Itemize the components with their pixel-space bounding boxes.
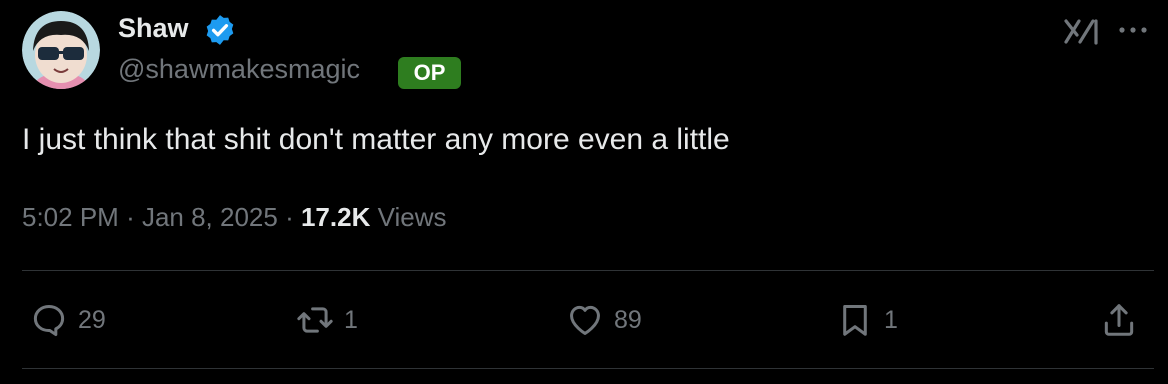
grok-icon[interactable] [1063,16,1101,46]
repost-count: 1 [344,305,358,334]
avatar-image [22,11,100,89]
like-count: 89 [614,305,642,334]
views-label: Views [377,202,447,232]
op-badge: OP [398,57,461,89]
divider [22,368,1154,369]
reply-count: 29 [78,305,106,334]
bookmark-count: 1 [884,305,898,334]
bookmark-button[interactable]: 1 [836,300,898,340]
bookmark-icon [843,305,867,336]
author-name[interactable]: Shaw [118,13,189,44]
reply-button[interactable]: 29 [30,300,106,340]
meta-separator: · [285,202,301,232]
divider [22,270,1154,271]
repost-icon [297,307,333,333]
reply-icon [33,305,65,337]
like-button[interactable]: 89 [566,300,642,340]
share-icon [1104,304,1134,336]
repost-button[interactable]: 1 [296,300,358,340]
heart-icon [570,305,600,335]
tweet-meta: 5:02 PM · Jan 8, 2025 · 17.2K Views [22,202,446,233]
author-handle[interactable]: @shawmakesmagic [118,54,360,85]
tweet-time[interactable]: 5:02 PM [22,202,119,232]
more-icon[interactable] [1117,24,1149,36]
avatar[interactable] [22,11,100,89]
meta-separator: · [126,202,142,232]
views-count: 17.2K [300,202,371,232]
share-button[interactable] [1100,300,1148,340]
tweet-date[interactable]: Jan 8, 2025 [142,202,278,232]
tweet-text: I just think that shit don't matter any … [22,123,730,156]
verified-badge-icon[interactable] [203,13,237,47]
